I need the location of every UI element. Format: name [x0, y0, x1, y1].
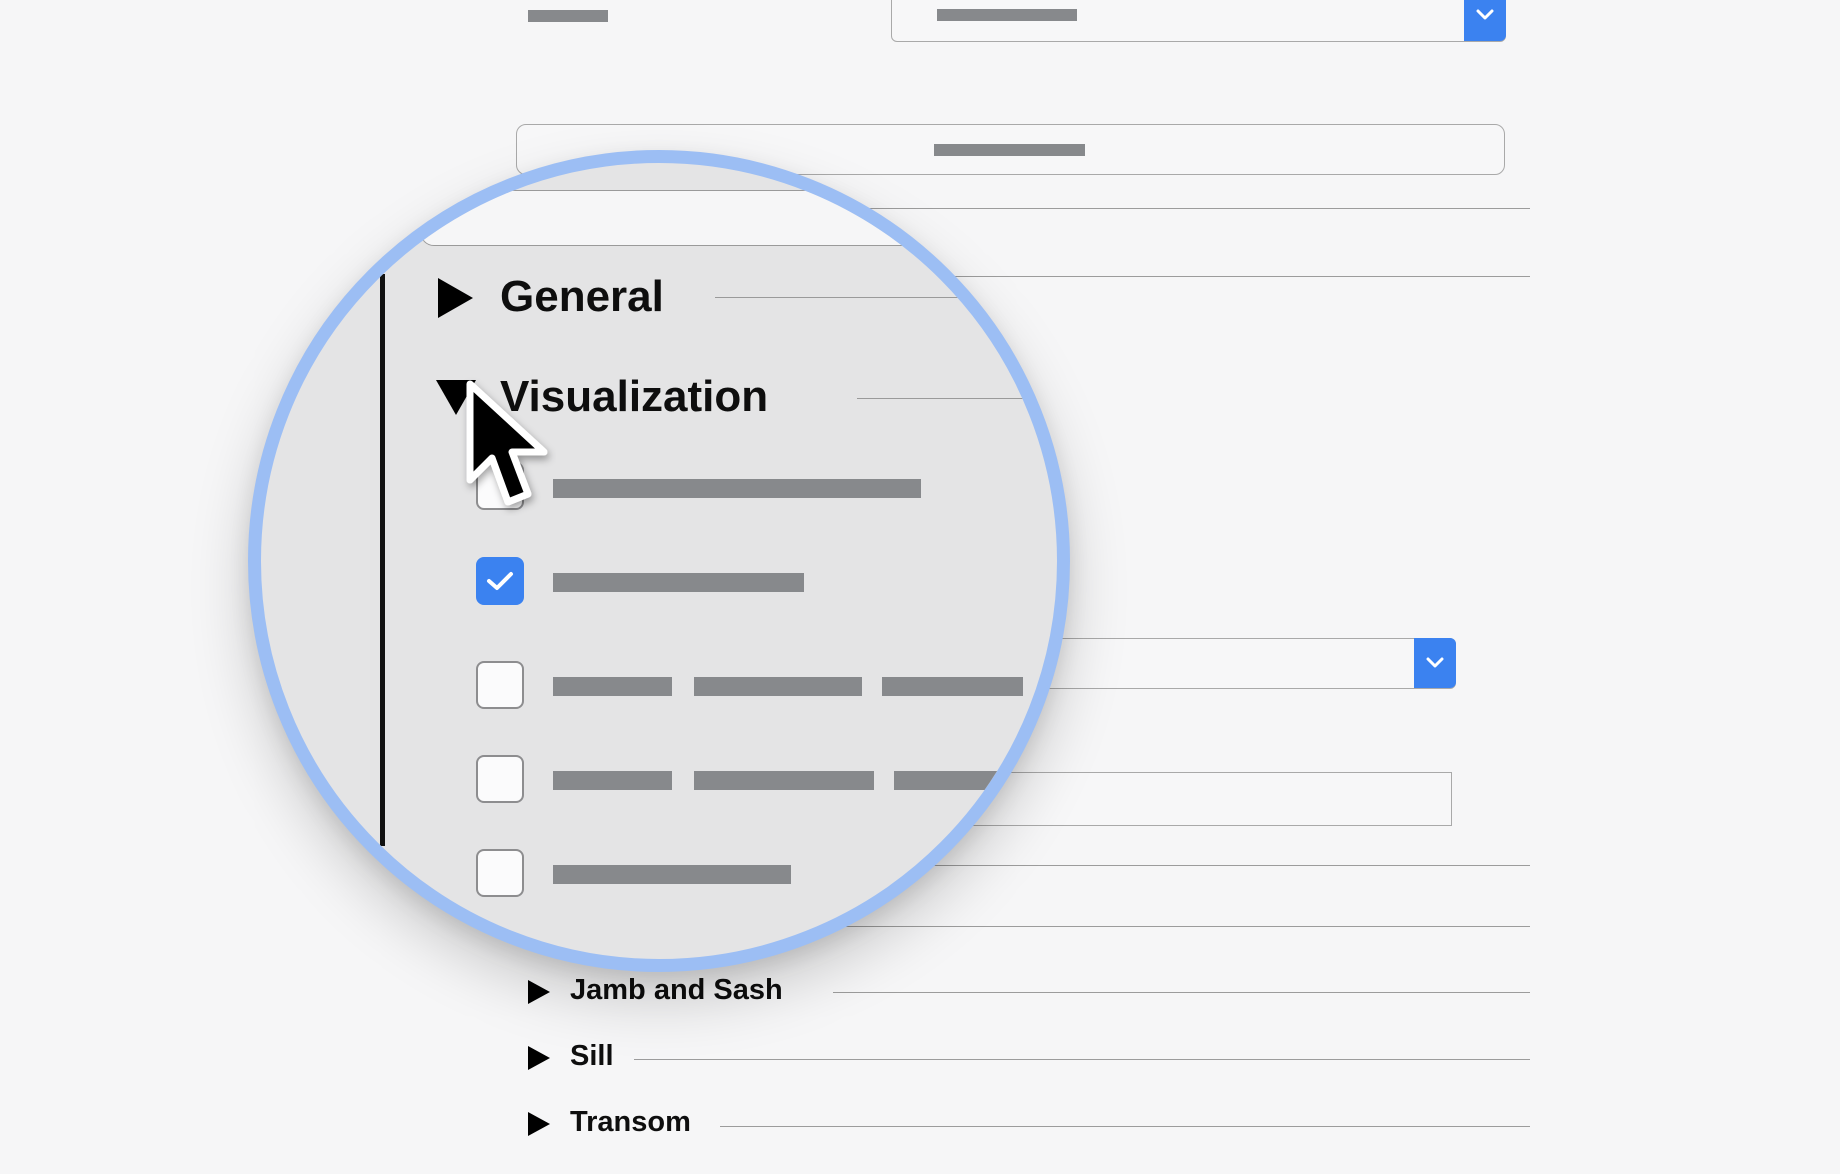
option-label	[553, 865, 791, 884]
section-guide-line	[380, 274, 385, 846]
section-transom[interactable]: Transom	[570, 1106, 691, 1139]
option-label	[694, 771, 874, 790]
section-jamb-and-sash[interactable]: Jamb and Sash	[570, 974, 783, 1007]
option-label	[694, 677, 862, 696]
option-label	[882, 677, 1023, 696]
magnified-button-edge	[420, 190, 1020, 246]
wide-action-button-label	[934, 144, 1085, 156]
triangle-right-icon[interactable]	[528, 1046, 550, 1070]
chevron-down-icon	[1476, 9, 1494, 19]
option-checkbox[interactable]	[476, 557, 524, 605]
mouse-pointer-icon	[466, 380, 548, 506]
properties-panel: Jamb and Sash Sill Transom General Visua…	[0, 0, 1840, 1174]
section-general[interactable]: General	[500, 272, 664, 322]
top-field-label	[528, 10, 608, 22]
divider	[857, 398, 1057, 399]
option-label	[553, 771, 672, 790]
option-label	[894, 771, 1024, 790]
magnifier-lens: General Visualization	[248, 150, 1070, 972]
section-sill[interactable]: Sill	[570, 1040, 614, 1073]
triangle-right-icon[interactable]	[528, 980, 550, 1004]
triangle-right-icon[interactable]	[438, 278, 473, 318]
checkmark-icon	[487, 572, 513, 590]
top-dropdown-value	[937, 9, 1077, 21]
chevron-down-icon	[1426, 657, 1444, 668]
top-dropdown[interactable]	[891, 0, 1506, 42]
triangle-right-icon[interactable]	[528, 1112, 550, 1136]
divider	[720, 1126, 1530, 1127]
divider	[833, 992, 1530, 993]
divider	[634, 1059, 1530, 1060]
option-label	[553, 677, 672, 696]
option-checkbox[interactable]	[476, 661, 524, 709]
option-label	[553, 479, 921, 498]
top-dropdown-button[interactable]	[1464, 0, 1506, 41]
option-checkbox[interactable]	[476, 755, 524, 803]
option-checkbox[interactable]	[476, 849, 524, 897]
option-label	[553, 573, 804, 592]
magnified-content: General Visualization	[261, 163, 1057, 959]
visualization-dropdown-button[interactable]	[1414, 638, 1456, 688]
divider	[715, 297, 1057, 298]
